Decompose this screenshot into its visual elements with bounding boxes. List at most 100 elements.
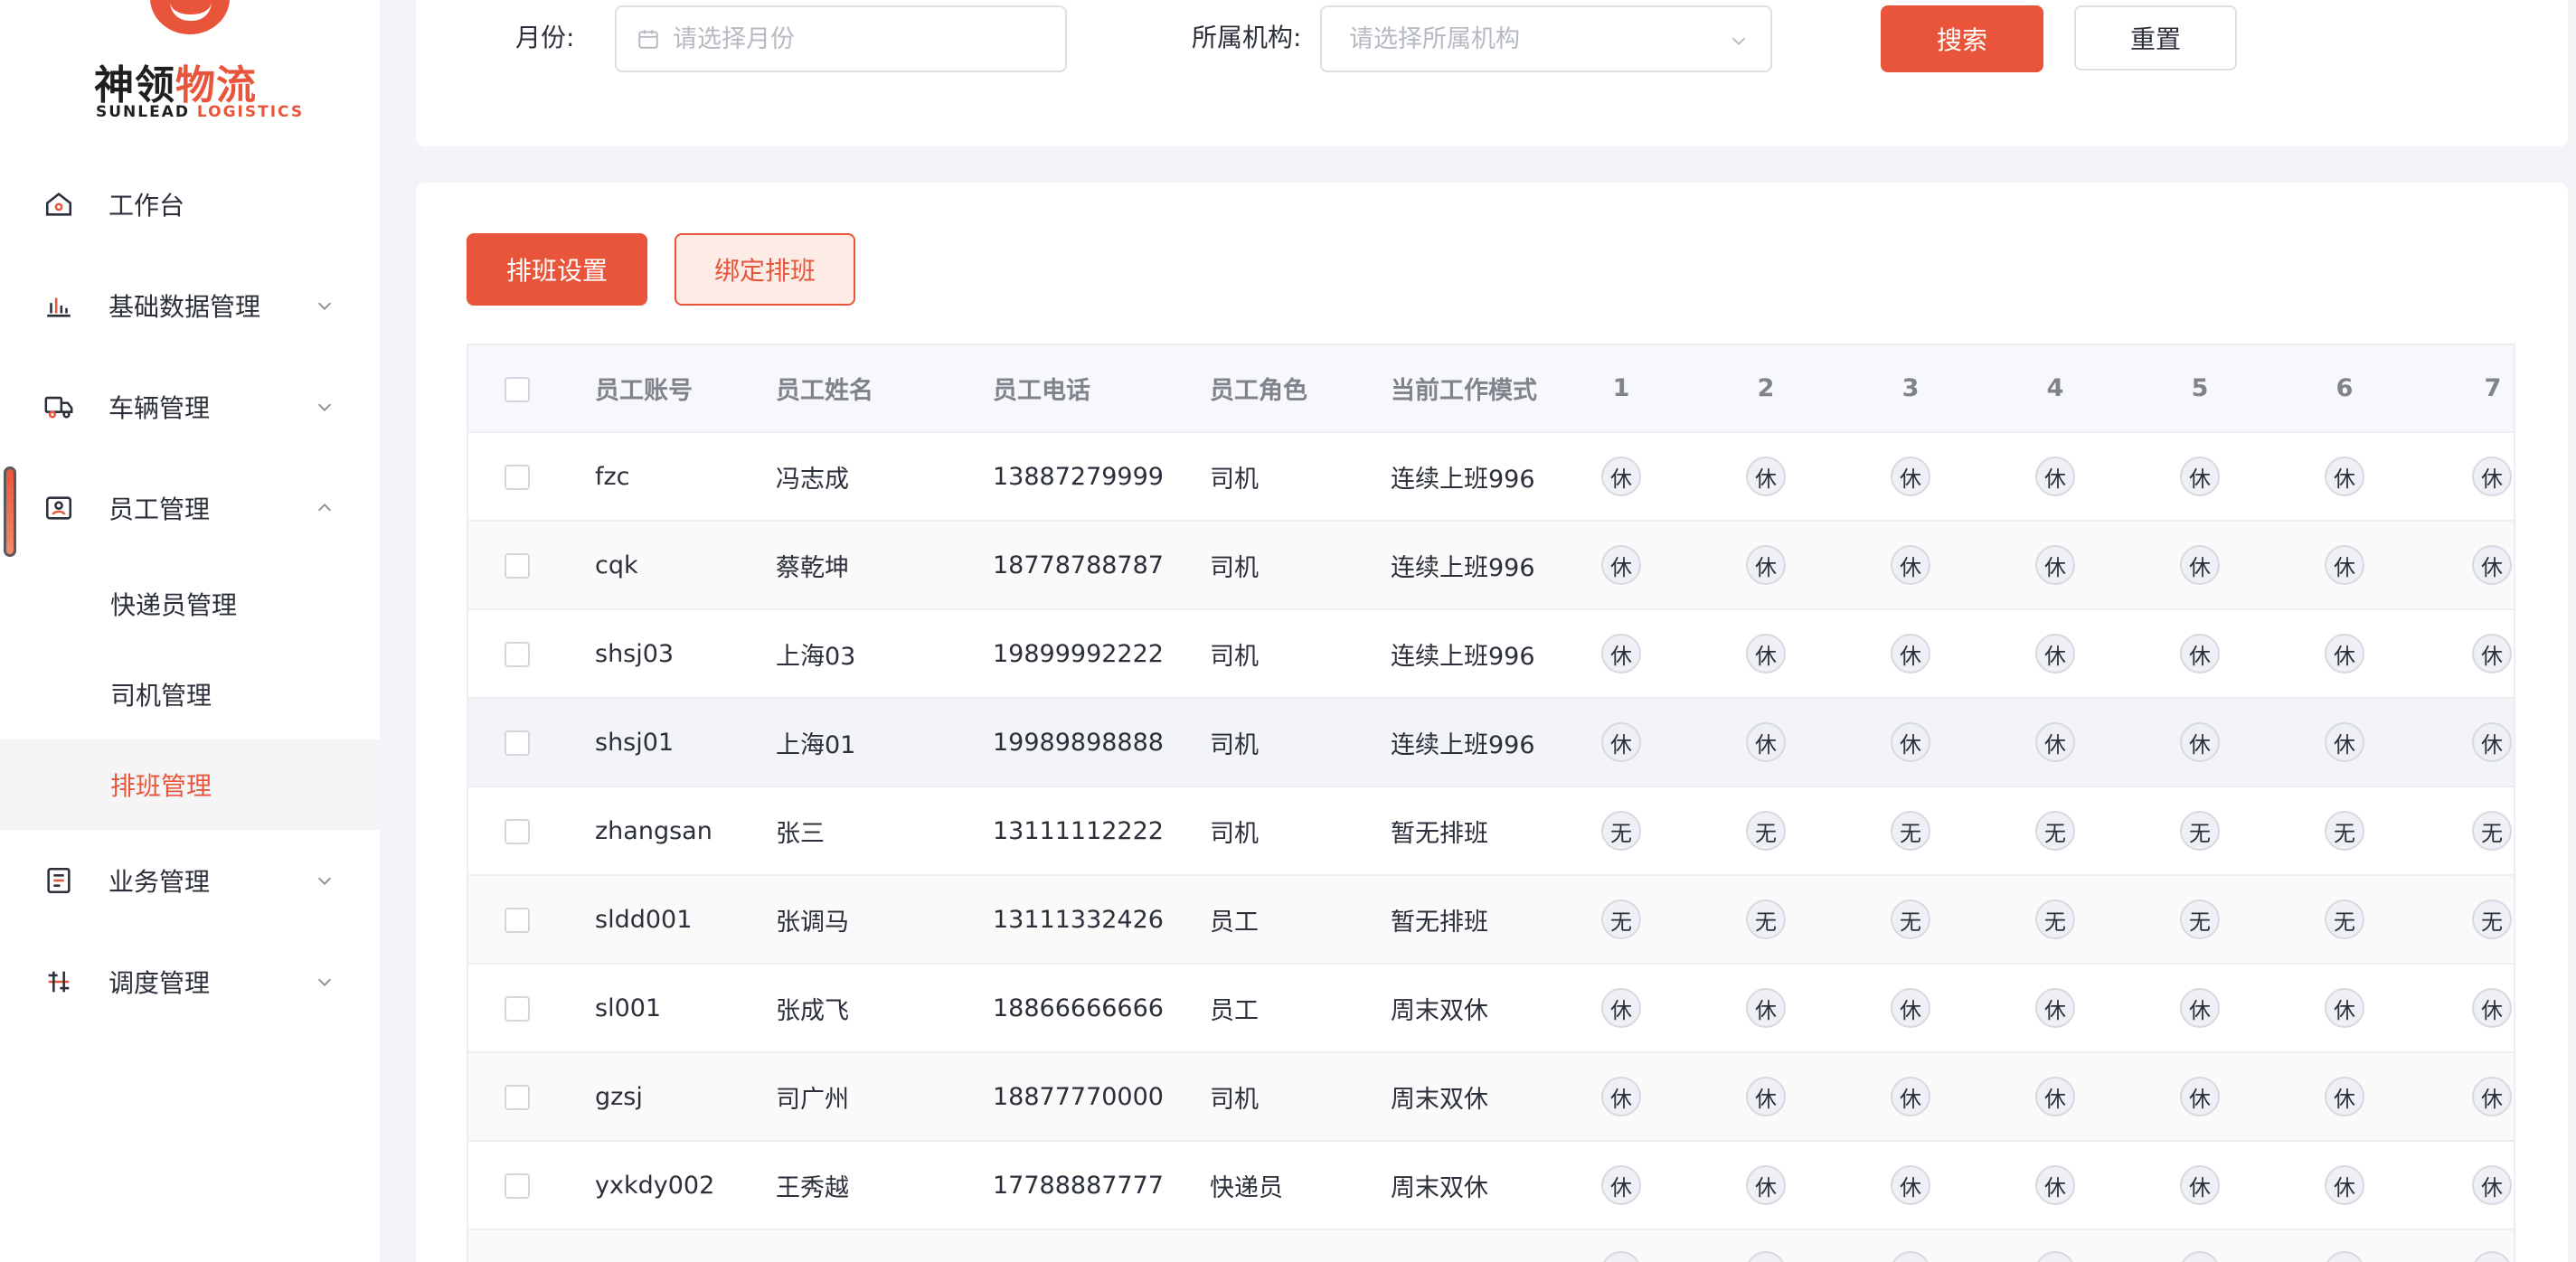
schedule-status-tag[interactable]: 休 <box>2035 1077 2075 1116</box>
schedule-status-tag[interactable]: 无 <box>2472 899 2512 939</box>
row-checkbox[interactable] <box>505 1085 530 1110</box>
row-checkbox[interactable] <box>505 819 530 844</box>
row-checkbox[interactable] <box>505 465 530 490</box>
table-row[interactable]: shsj03 上海03 19899992222 司机 连续上班996 休休休休休休休 <box>468 609 2514 699</box>
schedule-status-tag[interactable]: 休 <box>1746 634 1786 673</box>
sidebar-item-dispatch[interactable]: 调度管理 <box>0 931 380 1032</box>
schedule-status-tag[interactable] <box>2472 1250 2512 1262</box>
month-input[interactable] <box>673 24 1065 53</box>
sidebar-subitem-scheduling[interactable]: 排班管理 <box>0 739 380 830</box>
table-row[interactable]: sldd001 张调马 13111332426 员工 暂无排班无无无无无无无 <box>468 875 2514 965</box>
schedule-status-tag[interactable]: 休 <box>1601 722 1641 762</box>
schedule-status-tag[interactable]: 休 <box>2035 722 2075 762</box>
schedule-status-tag[interactable]: 休 <box>2035 634 2075 673</box>
schedule-status-tag[interactable] <box>2035 1250 2075 1262</box>
schedule-status-tag[interactable]: 休 <box>2180 457 2220 496</box>
sidebar-item-vehicles[interactable]: 车辆管理 <box>0 356 380 457</box>
table-row[interactable]: shsj01 上海01 19989898888 司机 连续上班996 休休休休休休休 <box>468 698 2514 787</box>
table-row[interactable]: gzsj 司广州 18877770000 司机 周末双休休休休休休休休 <box>468 1052 2514 1142</box>
search-button[interactable]: 搜索 <box>1881 5 2043 72</box>
schedule-status-tag[interactable]: 休 <box>1891 988 1930 1028</box>
schedule-status-tag[interactable]: 休 <box>2180 634 2220 673</box>
table-row[interactable]: sl001 张成飞 18866666666 员工 周末双休休休休休休休休 <box>468 964 2514 1053</box>
sidebar-item-business[interactable]: 业务管理 <box>0 830 380 931</box>
schedule-status-tag[interactable]: 休 <box>2325 1077 2364 1116</box>
schedule-status-tag[interactable]: 休 <box>2472 1077 2512 1116</box>
table-row[interactable]: yxkdy002 王秀越 17788887777 快递员 周末双休休休休休休休休 <box>468 1141 2514 1230</box>
schedule-status-tag[interactable]: 休 <box>2035 457 2075 496</box>
schedule-status-tag[interactable]: 休 <box>1746 457 1786 496</box>
schedule-status-tag[interactable]: 无 <box>1601 899 1641 939</box>
org-select-input[interactable] <box>1349 24 1716 53</box>
schedule-status-tag[interactable]: 休 <box>1601 1165 1641 1205</box>
schedule-status-tag[interactable]: 休 <box>2472 457 2512 496</box>
schedule-status-tag[interactable]: 休 <box>2035 988 2075 1028</box>
schedule-status-tag[interactable]: 休 <box>2180 988 2220 1028</box>
schedule-status-tag[interactable]: 休 <box>1746 722 1786 762</box>
schedule-status-tag[interactable]: 休 <box>1891 1077 1930 1116</box>
schedule-status-tag[interactable]: 休 <box>1746 1077 1786 1116</box>
schedule-status-tag[interactable]: 无 <box>2180 811 2220 851</box>
schedule-status-tag[interactable]: 休 <box>2325 988 2364 1028</box>
schedule-status-tag[interactable]: 休 <box>1891 545 1930 585</box>
row-checkbox[interactable] <box>505 996 530 1022</box>
schedule-status-tag[interactable]: 休 <box>2180 1077 2220 1116</box>
month-picker[interactable] <box>615 5 1067 72</box>
table-row[interactable]: fzc 冯志成 13887279999 司机 连续上班996 休休休休休休休 <box>468 432 2514 522</box>
schedule-status-tag[interactable]: 无 <box>2325 811 2364 851</box>
schedule-status-tag[interactable]: 休 <box>2472 1165 2512 1205</box>
schedule-status-tag[interactable]: 无 <box>2035 899 2075 939</box>
schedule-status-tag[interactable]: 休 <box>1601 988 1641 1028</box>
schedule-status-tag[interactable]: 休 <box>2472 988 2512 1028</box>
schedule-status-tag[interactable]: 休 <box>2035 1165 2075 1205</box>
schedule-status-tag[interactable]: 休 <box>2325 457 2364 496</box>
reset-button[interactable]: 重置 <box>2074 5 2237 71</box>
schedule-settings-button[interactable]: 排班设置 <box>467 233 647 306</box>
schedule-status-tag[interactable]: 无 <box>2325 899 2364 939</box>
schedule-status-tag[interactable]: 休 <box>2035 545 2075 585</box>
schedule-status-tag[interactable]: 无 <box>2035 811 2075 851</box>
schedule-status-tag[interactable]: 休 <box>1746 545 1786 585</box>
schedule-status-tag[interactable] <box>1746 1250 1786 1262</box>
table-row[interactable]: cqk 蔡乾坤 18778788787 司机 连续上班996 休休休休休休休 <box>468 521 2514 610</box>
schedule-status-tag[interactable]: 休 <box>2472 545 2512 585</box>
schedule-status-tag[interactable]: 休 <box>2472 722 2512 762</box>
schedule-status-tag[interactable]: 休 <box>1746 988 1786 1028</box>
schedule-status-tag[interactable]: 休 <box>1601 634 1641 673</box>
row-checkbox[interactable] <box>505 730 530 756</box>
row-checkbox[interactable] <box>505 642 530 667</box>
schedule-status-tag[interactable]: 休 <box>1891 634 1930 673</box>
schedule-status-tag[interactable]: 无 <box>1746 811 1786 851</box>
schedule-status-tag[interactable]: 休 <box>1601 1077 1641 1116</box>
schedule-status-tag[interactable]: 休 <box>2180 722 2220 762</box>
schedule-status-tag[interactable]: 无 <box>1891 899 1930 939</box>
sidebar-item-base-data[interactable]: 基础数据管理 <box>0 255 380 356</box>
row-checkbox[interactable] <box>505 908 530 933</box>
bind-schedule-button[interactable]: 绑定排班 <box>675 233 855 306</box>
table-row[interactable]: zhangsan 张三 13111112222 司机 暂无排班无无无无无无无 <box>468 786 2514 876</box>
row-checkbox[interactable] <box>505 553 530 579</box>
sidebar-item-employees[interactable]: 员工管理 <box>0 457 380 559</box>
schedule-status-tag[interactable]: 无 <box>2472 811 2512 851</box>
schedule-status-tag[interactable]: 休 <box>2325 545 2364 585</box>
sidebar-subitem-drivers[interactable]: 司机管理 <box>0 649 380 739</box>
schedule-status-tag[interactable] <box>1891 1250 1930 1262</box>
table-row[interactable] <box>468 1229 2514 1262</box>
schedule-status-tag[interactable]: 休 <box>1601 545 1641 585</box>
schedule-status-tag[interactable]: 休 <box>2180 1165 2220 1205</box>
select-all-checkbox[interactable] <box>505 376 530 402</box>
schedule-status-tag[interactable]: 无 <box>1746 899 1786 939</box>
schedule-status-tag[interactable]: 休 <box>2325 722 2364 762</box>
schedule-status-tag[interactable]: 休 <box>1601 457 1641 496</box>
schedule-status-tag[interactable] <box>2325 1250 2364 1262</box>
schedule-status-tag[interactable]: 休 <box>1891 722 1930 762</box>
schedule-status-tag[interactable]: 休 <box>2472 634 2512 673</box>
schedule-status-tag[interactable]: 无 <box>1891 811 1930 851</box>
schedule-status-tag[interactable]: 休 <box>2180 545 2220 585</box>
schedule-status-tag[interactable] <box>1601 1250 1641 1262</box>
schedule-status-tag[interactable]: 休 <box>2325 634 2364 673</box>
schedule-status-tag[interactable]: 休 <box>1891 457 1930 496</box>
row-checkbox[interactable] <box>505 1173 530 1199</box>
schedule-status-tag[interactable]: 休 <box>2325 1165 2364 1205</box>
org-select[interactable] <box>1320 5 1772 72</box>
